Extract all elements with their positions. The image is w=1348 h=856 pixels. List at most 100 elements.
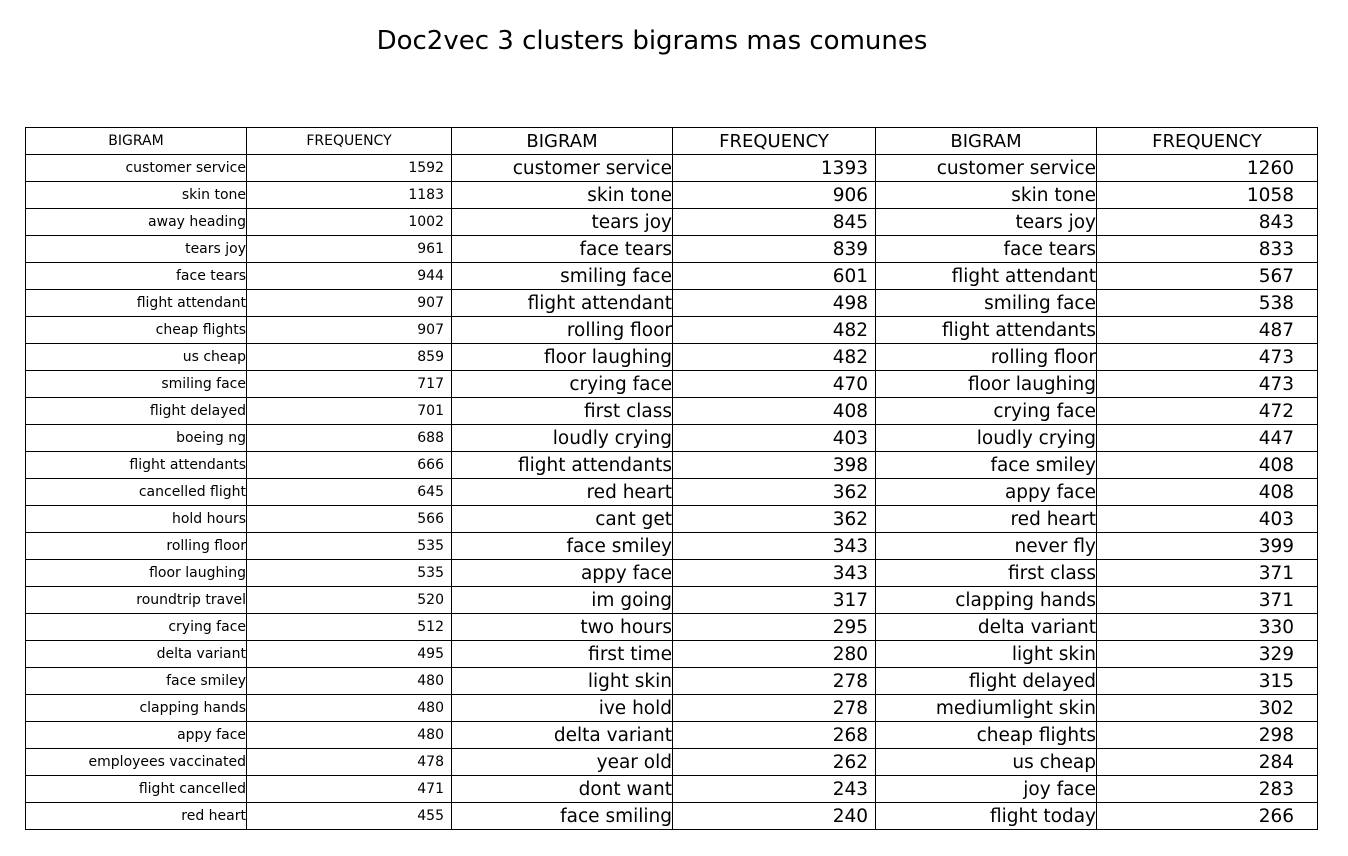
bigram-cell: ive hold (451, 694, 673, 722)
frequency-cell: 284 (1096, 748, 1318, 776)
bigram-cell: smiling face (25, 370, 247, 398)
bigram-cell: face tears (25, 262, 247, 290)
table-row: crying face 512 two hours 295 delta variant 3… (25, 613, 1318, 641)
bigram-cell: flight attendant (451, 289, 673, 317)
bigram-cell: red heart (25, 802, 247, 830)
frequency-cell: 645 (246, 478, 452, 506)
bigram-cell: rolling floor (875, 343, 1097, 371)
bigram-cell: clapping hands (875, 586, 1097, 614)
frequency-cell: 240 (672, 802, 876, 830)
frequency-cell: 295 (672, 613, 876, 641)
bigram-cell: hold hours (25, 505, 247, 533)
table-row: face smiley 480 light skin 278 flight delaye… (25, 667, 1318, 695)
bigram-cell: flight delayed (25, 397, 247, 425)
frequency-cell: 535 (246, 532, 452, 560)
header-row: BIGRAM FREQUENCY BIGRAM FREQUENCY BIGRAM… (25, 127, 1318, 155)
bigram-cell: tears joy (875, 208, 1097, 236)
frequency-cell: 1002 (246, 208, 452, 236)
bigram-frequency-table: BIGRAM FREQUENCY BIGRAM FREQUENCY BIGRAM… (25, 127, 1318, 830)
bigram-cell: customer service (25, 154, 247, 182)
bigram-cell: boeing ng (25, 424, 247, 452)
column-header: BIGRAM (875, 127, 1097, 155)
bigram-cell: rolling floor (451, 316, 673, 344)
frequency-cell: 243 (672, 775, 876, 803)
bigram-cell: skin tone (875, 181, 1097, 209)
bigram-cell: never fly (875, 532, 1097, 560)
frequency-cell: 843 (1096, 208, 1318, 236)
frequency-cell: 455 (246, 802, 452, 830)
bigram-cell: clapping hands (25, 694, 247, 722)
frequency-cell: 302 (1096, 694, 1318, 722)
frequency-cell: 482 (672, 316, 876, 344)
bigram-cell: appy face (25, 721, 247, 749)
bigram-cell: appy face (451, 559, 673, 587)
frequency-cell: 512 (246, 613, 452, 641)
table-row: floor laughing 535 appy face 343 first class… (25, 559, 1318, 587)
frequency-cell: 535 (246, 559, 452, 587)
bigram-cell: employees vaccinated (25, 748, 247, 776)
bigram-cell: loudly crying (451, 424, 673, 452)
frequency-cell: 717 (246, 370, 452, 398)
table-row: us cheap 859 floor laughing 482 rolling floo… (25, 343, 1318, 371)
frequency-cell: 343 (672, 559, 876, 587)
frequency-cell: 961 (246, 235, 452, 263)
frequency-cell: 906 (672, 181, 876, 209)
table-row: flight cancelled 471 dont want 243 joy face 2… (25, 775, 1318, 803)
frequency-cell: 343 (672, 532, 876, 560)
table-row: away heading 1002 tears joy 845 tears joy 843 (25, 208, 1318, 236)
bigram-cell: delta variant (875, 613, 1097, 641)
frequency-cell: 470 (672, 370, 876, 398)
frequency-cell: 666 (246, 451, 452, 479)
frequency-cell: 1393 (672, 154, 876, 182)
frequency-cell: 478 (246, 748, 452, 776)
bigram-cell: im going (451, 586, 673, 614)
table-row: hold hours 566 cant get 362 red heart 403 (25, 505, 1318, 533)
frequency-cell: 298 (1096, 721, 1318, 749)
frequency-cell: 315 (1096, 667, 1318, 695)
frequency-cell: 408 (1096, 478, 1318, 506)
frequency-cell: 1183 (246, 181, 452, 209)
frequency-cell: 480 (246, 721, 452, 749)
frequency-cell: 473 (1096, 343, 1318, 371)
frequency-cell: 520 (246, 586, 452, 614)
bigram-cell: customer service (875, 154, 1097, 182)
frequency-cell: 447 (1096, 424, 1318, 452)
bigram-cell: cheap flights (875, 721, 1097, 749)
table-row: skin tone 1183 skin tone 906 skin tone 1058 (25, 181, 1318, 209)
bigram-cell: tears joy (451, 208, 673, 236)
bigram-cell: flight attendant (875, 262, 1097, 290)
bigram-cell: crying face (875, 397, 1097, 425)
frequency-cell: 487 (1096, 316, 1318, 344)
bigram-cell: red heart (451, 478, 673, 506)
bigram-cell: first class (875, 559, 1097, 587)
column-header: BIGRAM (25, 127, 247, 155)
bigram-cell: dont want (451, 775, 673, 803)
table-row: employees vaccinated 478 year old 262 us che… (25, 748, 1318, 776)
frequency-cell: 262 (672, 748, 876, 776)
frequency-cell: 480 (246, 694, 452, 722)
bigram-cell: face tears (451, 235, 673, 263)
frequency-cell: 1260 (1096, 154, 1318, 182)
frequency-cell: 362 (672, 505, 876, 533)
bigram-cell: face tears (875, 235, 1097, 263)
frequency-cell: 839 (672, 235, 876, 263)
bigram-cell: customer service (451, 154, 673, 182)
column-header: BIGRAM (451, 127, 673, 155)
bigram-cell: floor laughing (875, 370, 1097, 398)
table-row: cancelled flight 645 red heart 362 appy face… (25, 478, 1318, 506)
frequency-cell: 473 (1096, 370, 1318, 398)
table-row: smiling face 717 crying face 470 floor laugh… (25, 370, 1318, 398)
frequency-cell: 538 (1096, 289, 1318, 317)
bigram-cell: appy face (875, 478, 1097, 506)
frequency-cell: 278 (672, 667, 876, 695)
bigram-cell: floor laughing (451, 343, 673, 371)
frequency-cell: 408 (672, 397, 876, 425)
bigram-cell: two hours (451, 613, 673, 641)
bigram-cell: first class (451, 397, 673, 425)
frequency-cell: 701 (246, 397, 452, 425)
bigram-cell: roundtrip travel (25, 586, 247, 614)
bigram-cell: us cheap (25, 343, 247, 371)
frequency-cell: 471 (246, 775, 452, 803)
bigram-cell: joy face (875, 775, 1097, 803)
frequency-cell: 403 (1096, 505, 1318, 533)
